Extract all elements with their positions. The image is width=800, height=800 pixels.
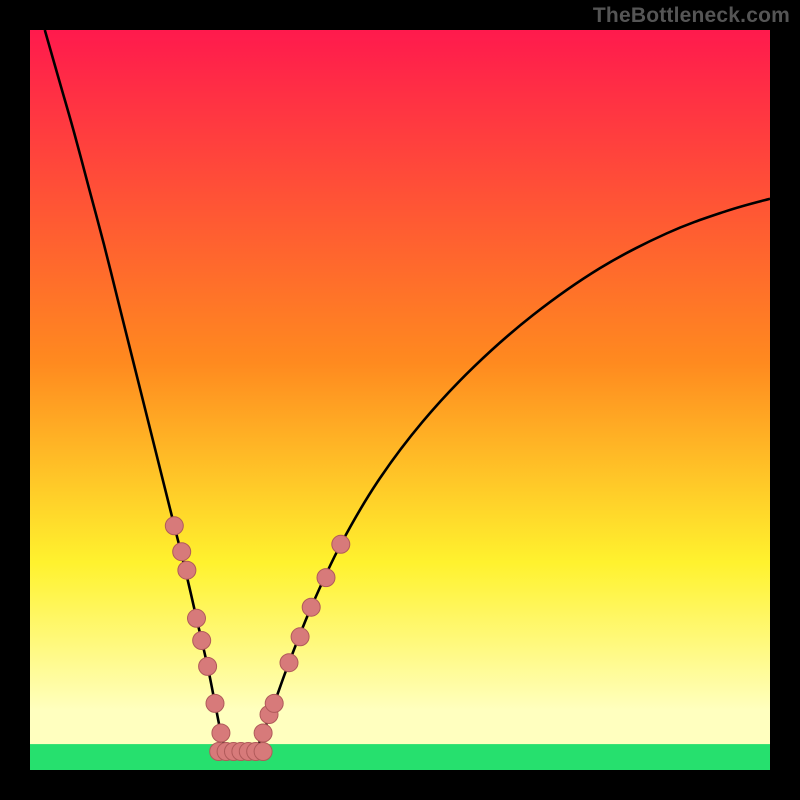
data-marker-dot — [206, 694, 224, 712]
data-marker-dot — [265, 694, 283, 712]
data-marker-dot — [280, 654, 298, 672]
data-marker-dot — [254, 743, 272, 761]
data-marker-dot — [165, 517, 183, 535]
data-marker-dot — [173, 543, 191, 561]
data-marker-dot — [199, 657, 217, 675]
curve-layer — [30, 30, 770, 770]
data-marker-dot — [317, 569, 335, 587]
data-marker-dot — [188, 609, 206, 627]
data-marker-dot — [178, 561, 196, 579]
data-marker-dot — [302, 598, 320, 616]
data-marker-dot — [193, 632, 211, 650]
data-marker-dot — [291, 628, 309, 646]
chart-frame: TheBottleneck.com — [0, 0, 800, 800]
data-marker-dot — [254, 724, 272, 742]
data-marker-dot — [212, 724, 230, 742]
attribution-watermark: TheBottleneck.com — [593, 4, 790, 28]
data-marker-dot — [332, 535, 350, 553]
right-curve — [256, 199, 770, 752]
plot-area — [30, 30, 770, 770]
marker-dots — [165, 517, 349, 761]
